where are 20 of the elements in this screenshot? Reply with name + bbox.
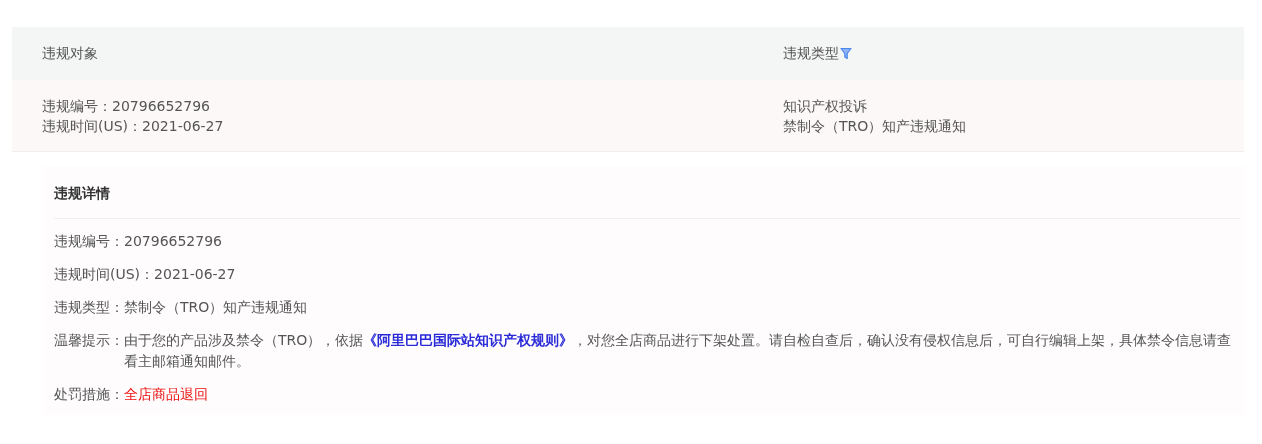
cell-text: 禁制令（TRO）知产违规通知 (783, 116, 968, 136)
rules-link[interactable]: 《阿里巴巴国际站知识产权规则》 (363, 332, 574, 348)
column-header[interactable]: 违规类型 (783, 43, 852, 64)
field-label: 温馨提示： (54, 331, 124, 350)
field-label: 违规时间(US)： (54, 265, 155, 284)
detail-title: 违规详情 (54, 183, 111, 203)
penalty-value: 全店商品退回 (124, 385, 208, 404)
field-label: 处罚措施： (54, 385, 124, 404)
cell-text: 违规编号：20796652796 (42, 96, 211, 116)
field-label: 违规编号： (54, 232, 124, 251)
table-row[interactable]: 违规编号：20796652796 违规时间(US)：2021-06-27 知识产权投诉 禁制令（TRO）知产违规通知 (12, 80, 1244, 152)
notice-text: 由于您的产品涉及禁令（TRO），依据《阿里巴巴国际站知识产权规则》，对您全店商品进行下架处置。请自检自查后，确认没有侵权信息后，可自行编辑上架，具体禁令信息请查看主邮箱通知邮件。 (124, 331, 1233, 371)
filter-icon[interactable] (840, 47, 852, 60)
field-value: 20796652796 (124, 232, 222, 251)
cell-text: 知识产权投诉 (783, 96, 868, 116)
field-value: 禁制令（TRO）知产违规通知 (124, 298, 308, 317)
cell-text: 违规时间(US)：2021-06-27 (42, 116, 225, 136)
field-label: 违规类型： (54, 298, 124, 317)
column-header[interactable]: 违规对象 (42, 43, 98, 64)
field-value: 2021-06-27 (154, 265, 236, 284)
